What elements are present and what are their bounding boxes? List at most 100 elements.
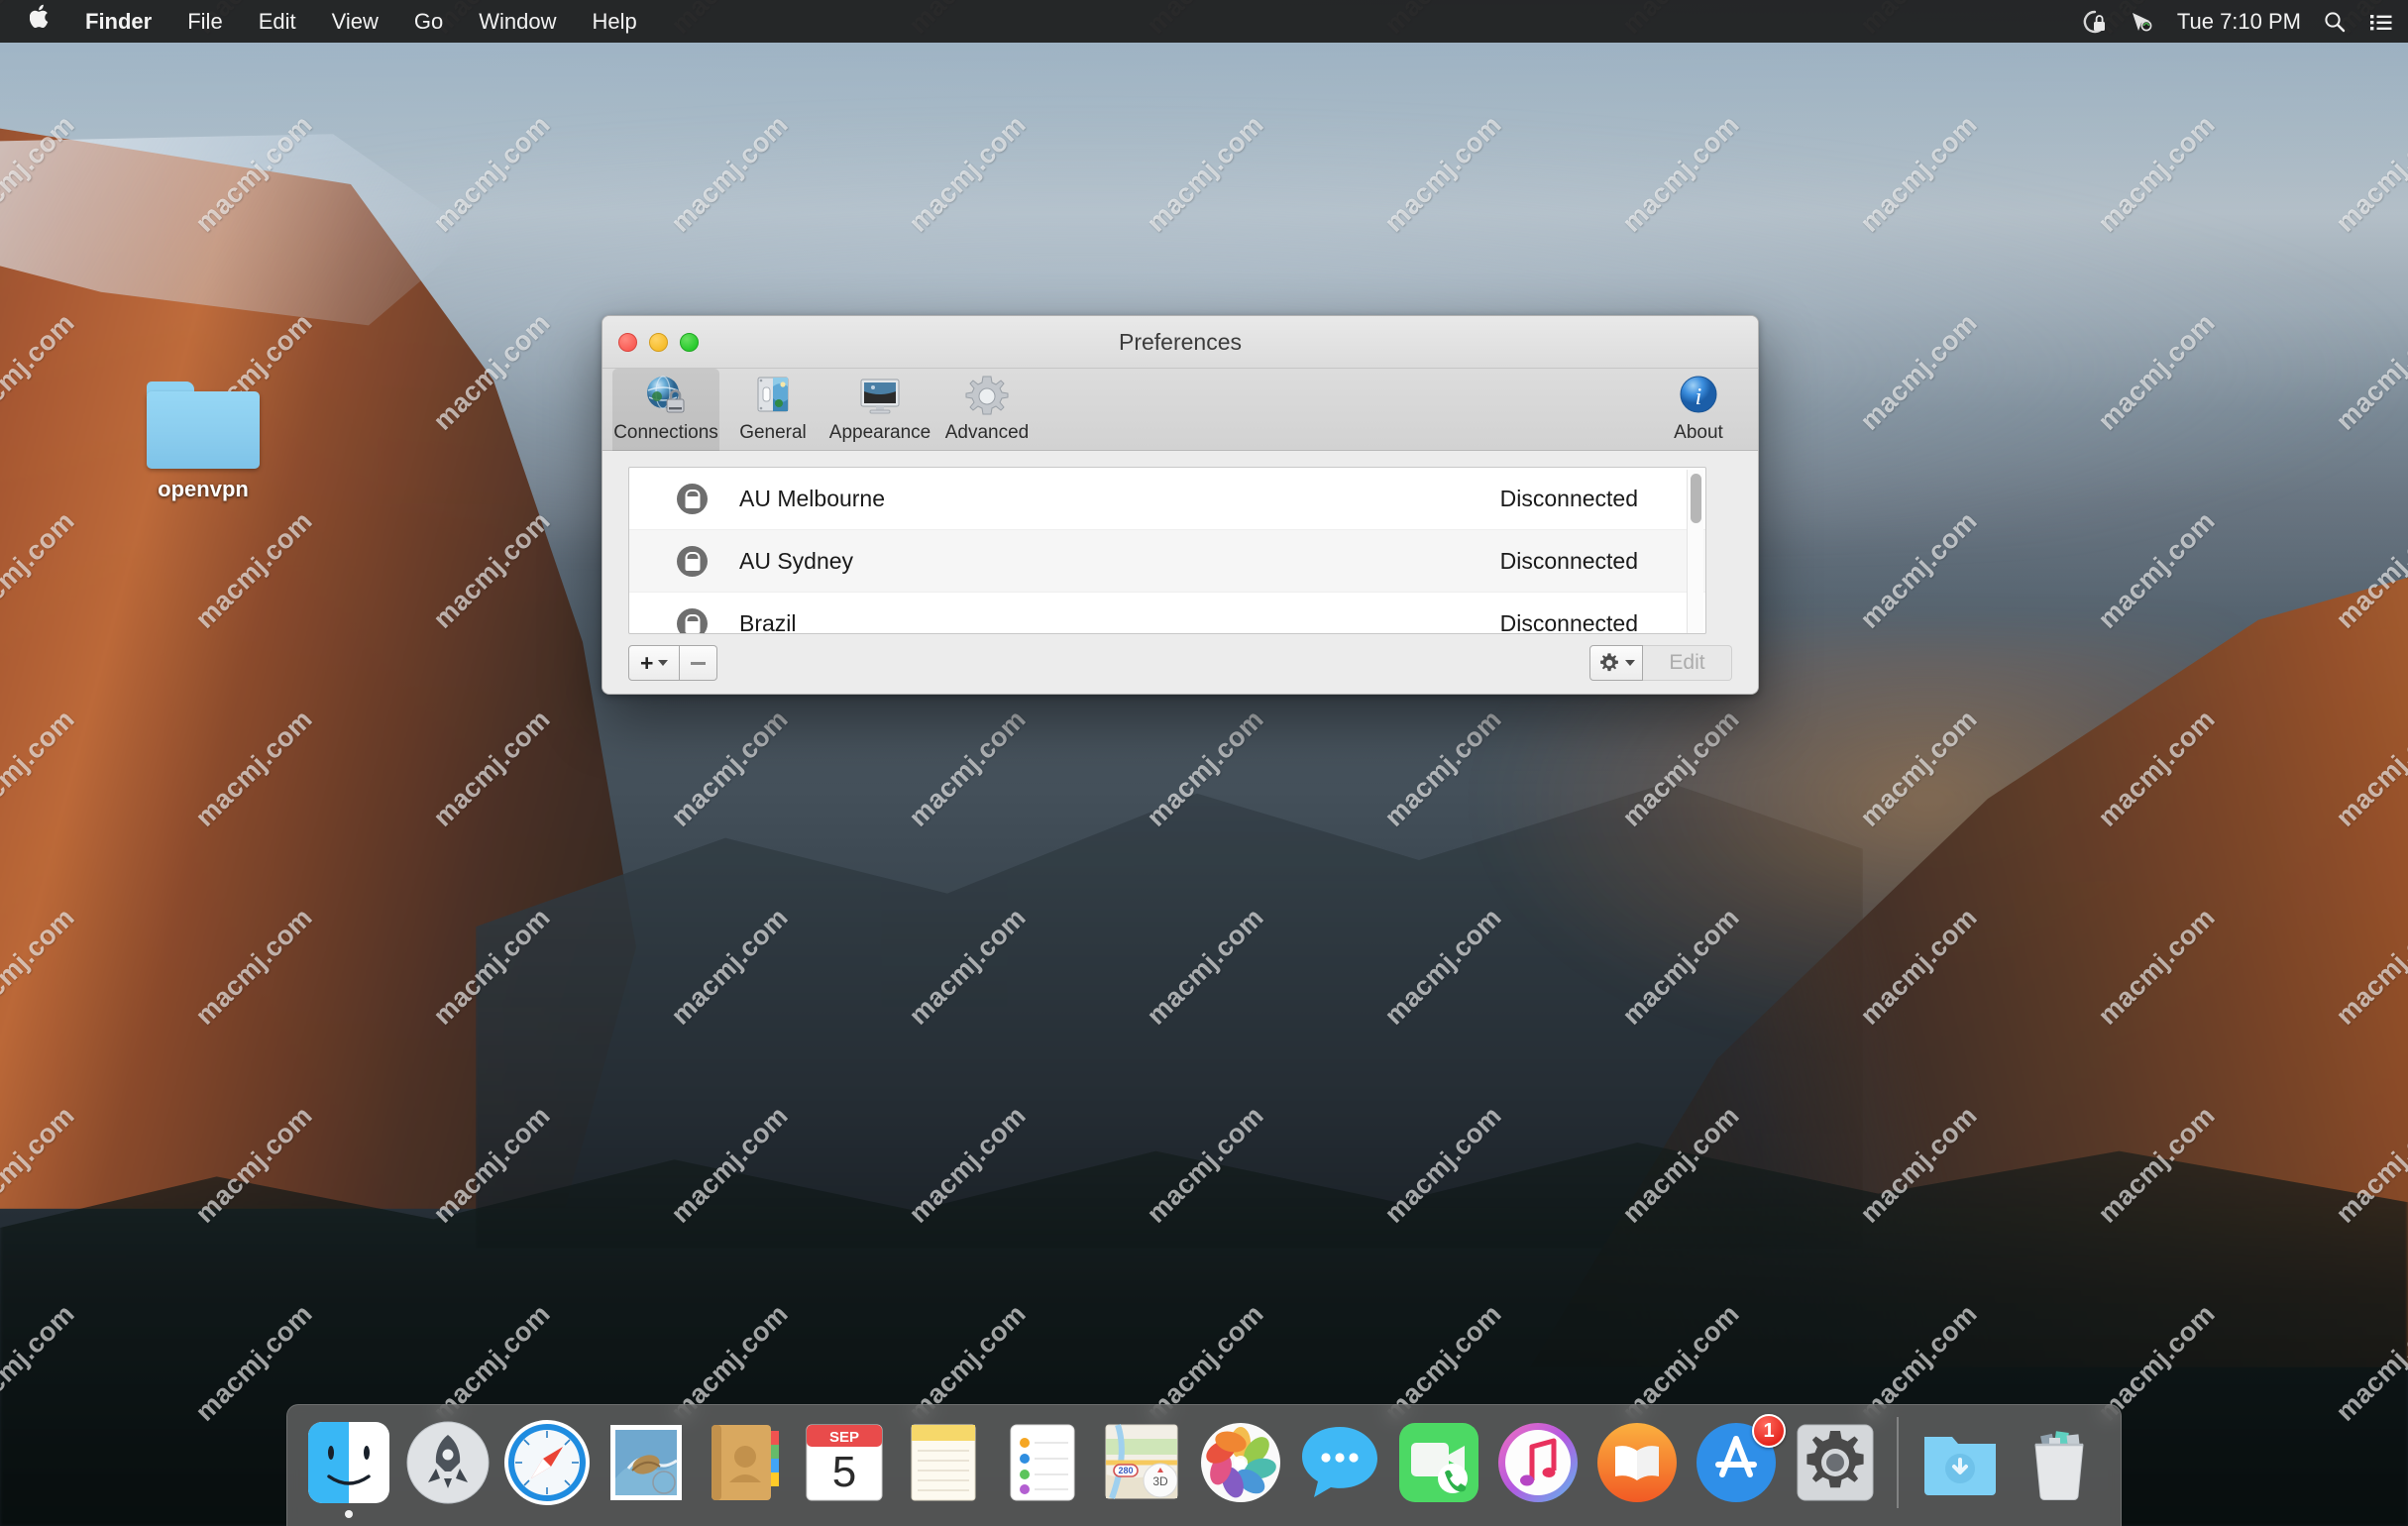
dock-item-messages[interactable] — [1292, 1417, 1387, 1524]
display-monitor-icon — [856, 373, 904, 420]
dock-item-maps[interactable]: 280 3D — [1094, 1417, 1189, 1524]
dock-item-ibooks[interactable] — [1589, 1417, 1685, 1524]
minus-icon — [691, 661, 707, 665]
connections-list[interactable]: AU Melbourne Disconnected AU Sydney Disc… — [628, 467, 1706, 634]
menu-go[interactable]: Go — [396, 0, 461, 43]
watermark-text: macmj.com — [1854, 902, 1983, 1031]
add-connection-button[interactable]: + — [628, 645, 681, 681]
svg-text:i: i — [1696, 384, 1702, 410]
dock-item-downloads[interactable] — [1913, 1417, 2008, 1524]
dock-item-system-preferences[interactable] — [1788, 1417, 1883, 1524]
watermark-text: macmj.com — [1616, 109, 1745, 238]
watermark-text: macmj.com — [427, 902, 556, 1031]
watermark-text: macmj.com — [1141, 902, 1269, 1031]
desktop-icon-openvpn[interactable]: openvpn — [104, 382, 302, 502]
calendar-month: SEP — [829, 1429, 859, 1446]
dock-item-notes[interactable] — [896, 1417, 991, 1524]
plus-icon: + — [640, 649, 654, 676]
tab-appearance[interactable]: Appearance — [826, 369, 933, 451]
dock-divider — [1897, 1417, 1899, 1508]
itunes-icon — [1494, 1419, 1582, 1506]
watermark-text: macmj.com — [427, 109, 556, 238]
edit-button[interactable]: Edit — [1643, 645, 1732, 681]
dock-item-mail[interactable] — [599, 1417, 694, 1524]
menubar-clock[interactable]: Tue 7:10 PM — [2177, 9, 2301, 35]
tab-appearance-label: Appearance — [828, 422, 931, 443]
watermark-text: macmj.com — [1616, 1100, 1745, 1229]
watermark-text: macmj.com — [0, 109, 80, 238]
about-button[interactable]: i About — [1647, 369, 1750, 451]
watermark-text: macmj.com — [2092, 704, 2221, 832]
menubar-left: Finder File Edit View Go Window Help — [0, 0, 655, 43]
maps-icon: 280 3D — [1098, 1419, 1185, 1506]
watermark-text: macmj.com — [2092, 1100, 2221, 1229]
close-button[interactable] — [618, 333, 637, 352]
dock-item-facetime[interactable] — [1391, 1417, 1486, 1524]
menu-window[interactable]: Window — [461, 0, 574, 43]
tab-connections-label: Connections — [613, 422, 718, 443]
watermark-text: macmj.com — [1616, 704, 1745, 832]
watermark-text: macmj.com — [2092, 902, 2221, 1031]
vpn-connection-icon[interactable] — [2130, 9, 2155, 35]
safari-icon — [503, 1419, 591, 1506]
menu-file[interactable]: File — [169, 0, 240, 43]
zoom-button[interactable] — [680, 333, 699, 352]
vpn-lock-icon[interactable] — [2082, 9, 2108, 35]
lock-icon — [677, 545, 708, 577]
dock-item-finder[interactable] — [301, 1417, 396, 1524]
dock-item-itunes[interactable] — [1490, 1417, 1586, 1524]
menu-edit[interactable]: Edit — [241, 0, 314, 43]
dock-item-safari[interactable] — [499, 1417, 595, 1524]
dock-item-calendar[interactable]: SEP 5 — [797, 1417, 892, 1524]
watermark-text: macmj.com — [2092, 505, 2221, 634]
globe-lock-icon — [642, 373, 690, 420]
facetime-icon — [1395, 1419, 1482, 1506]
dock-item-appstore[interactable]: 1 — [1689, 1414, 1786, 1524]
watermark-text: macmj.com — [1378, 109, 1507, 238]
settings-menu-button[interactable] — [1589, 645, 1643, 681]
trash-icon — [2016, 1419, 2103, 1506]
window-title: Preferences — [1118, 329, 1242, 355]
watermark-text: macmj.com — [1378, 704, 1507, 832]
dock-item-photos[interactable] — [1193, 1417, 1288, 1524]
preferences-toolbar: Connections General Appearance Advanced … — [602, 369, 1758, 451]
dock-item-contacts[interactable] — [698, 1417, 793, 1524]
dock-item-launchpad[interactable] — [400, 1417, 495, 1524]
table-row[interactable]: AU Sydney Disconnected — [629, 530, 1705, 593]
watermark-text: macmj.com — [903, 902, 1032, 1031]
finder-icon — [305, 1419, 392, 1506]
table-row[interactable]: AU Melbourne Disconnected — [629, 468, 1705, 530]
menu-view[interactable]: View — [314, 0, 396, 43]
watermark-text: macmj.com — [427, 1100, 556, 1229]
about-label: About — [1674, 422, 1723, 443]
dock-item-trash[interactable] — [2012, 1417, 2107, 1524]
menu-finder[interactable]: Finder — [67, 0, 169, 43]
tab-connections[interactable]: Connections — [612, 369, 719, 451]
window-titlebar[interactable]: Preferences — [602, 316, 1758, 369]
dock: SEP 5 280 3D 1 — [286, 1404, 2122, 1526]
dock-item-reminders[interactable] — [995, 1417, 1090, 1524]
wallpaper-sun-glow — [1477, 634, 2230, 1050]
watermark-text: macmj.com — [427, 505, 556, 634]
edit-group: Edit — [1589, 645, 1732, 681]
scrollbar-thumb[interactable] — [1691, 474, 1701, 523]
watermark-text: macmj.com — [2330, 505, 2408, 634]
connections-pane: AU Melbourne Disconnected AU Sydney Disc… — [602, 451, 1758, 694]
light-switch-icon — [749, 373, 797, 420]
preferences-window[interactable]: Preferences Connections General Appearan… — [602, 315, 1759, 695]
tab-advanced[interactable]: Advanced — [933, 369, 1040, 451]
remove-connection-button[interactable] — [680, 645, 718, 681]
watermark-text: macmj.com — [189, 505, 318, 634]
spotlight-search-icon[interactable] — [2323, 10, 2347, 34]
watermark-text: macmj.com — [2092, 109, 2221, 238]
apple-logo-icon[interactable] — [22, 0, 67, 43]
table-row[interactable]: Brazil Disconnected — [629, 593, 1705, 633]
traffic-lights[interactable] — [618, 333, 699, 352]
minimize-button[interactable] — [649, 333, 668, 352]
list-scrollbar[interactable] — [1687, 470, 1703, 633]
watermark-text: macmj.com — [665, 1100, 794, 1229]
watermark-text: macmj.com — [1854, 704, 1983, 832]
notification-center-icon[interactable] — [2368, 10, 2394, 34]
tab-general[interactable]: General — [719, 369, 826, 451]
menu-help[interactable]: Help — [575, 0, 655, 43]
